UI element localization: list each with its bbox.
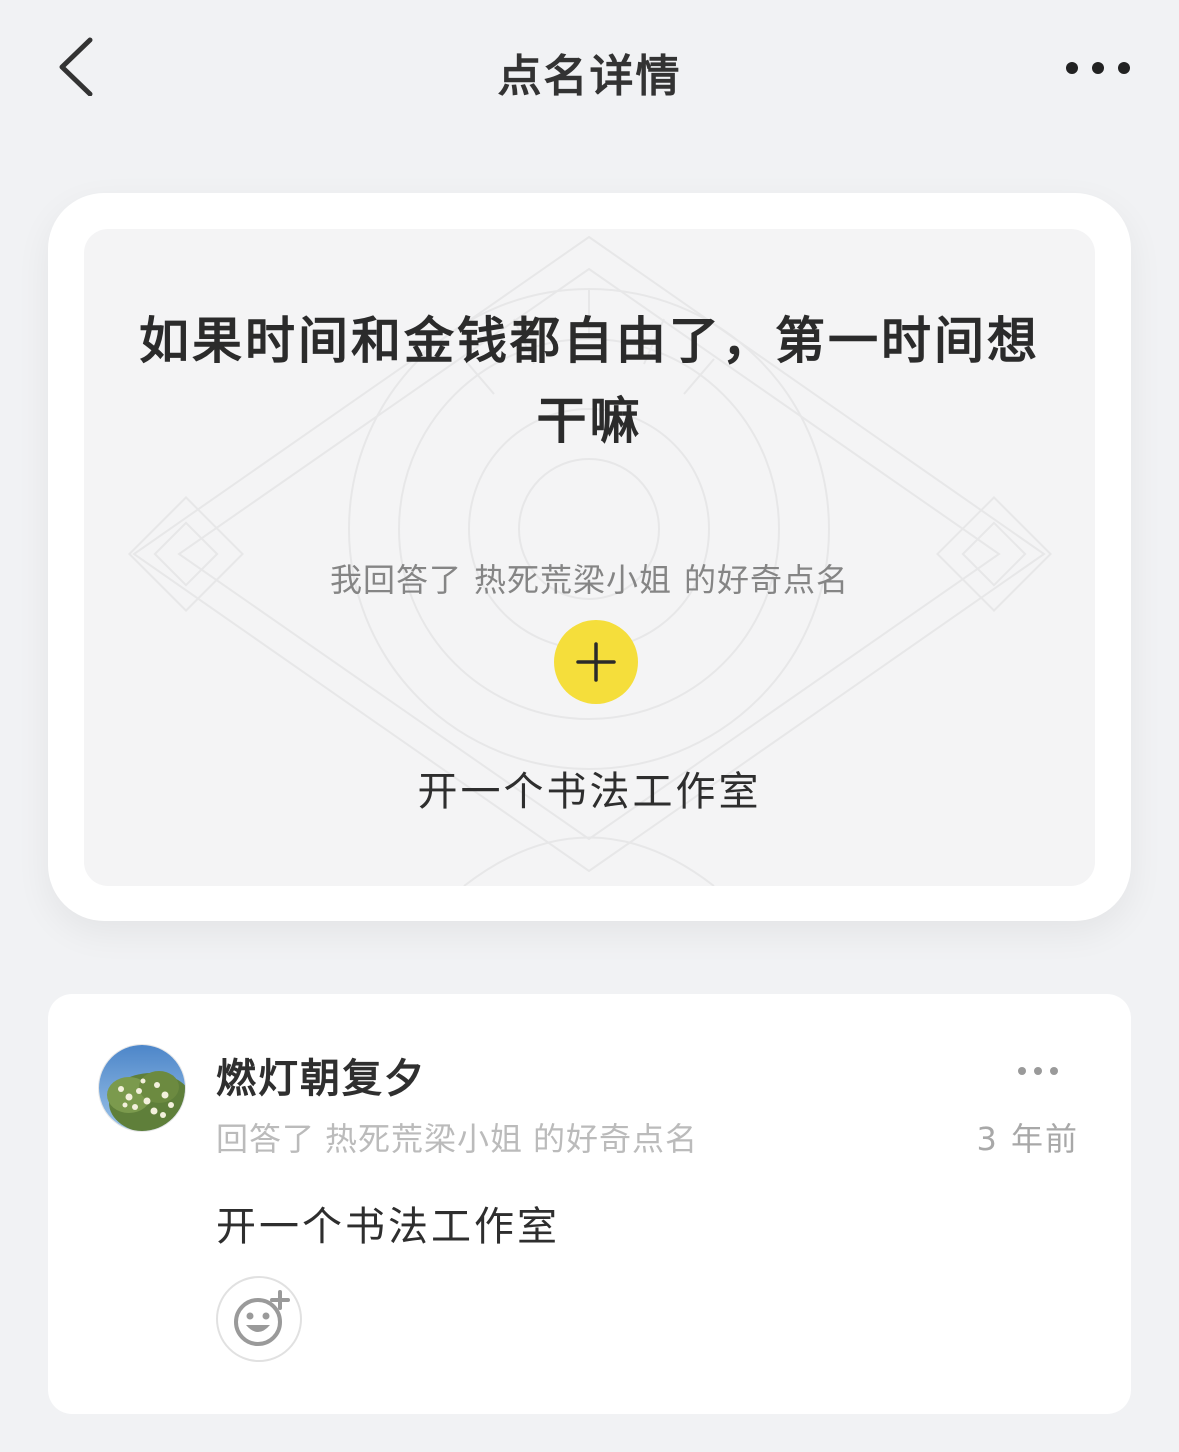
add-answer-button[interactable] [554, 620, 638, 704]
avatar[interactable] [98, 1044, 186, 1132]
prompt-card-inner: 如果时间和金钱都自由了，第一时间想干嘛 我回答了 热死荒梁小姐 的好奇点名 开一个书… [84, 229, 1095, 886]
plus-icon [576, 642, 616, 682]
post-sub-suffix: 的好奇点名 [533, 1120, 699, 1158]
page-title: 点名详情 [497, 51, 682, 102]
question-text: 如果时间和金钱都自由了，第一时间想干嘛 [139, 312, 1040, 450]
post-timestamp: 3 年前 [976, 1120, 1079, 1158]
post-text: 开一个书法工作室 [216, 1204, 560, 1250]
answered-prefix: 我回答了 [329, 561, 462, 599]
post-attribution: 回答了 热死荒梁小姐 的好奇点名 [216, 1114, 708, 1160]
more-options-button[interactable] [1056, 46, 1140, 90]
more-horizontal-icon [1066, 62, 1130, 74]
asker-name-link[interactable]: 热死荒梁小姐 [474, 561, 672, 599]
more-horizontal-icon [1018, 1067, 1058, 1075]
post-more-button[interactable] [1008, 1056, 1068, 1086]
answer-text: 开一个书法工作室 [417, 769, 762, 815]
add-reaction-button[interactable] [216, 1276, 302, 1362]
answer-post-card: 燃灯朝复夕 回答了 热死荒梁小姐 的好奇点名 3 年前 开一个书法工作室 [48, 994, 1131, 1414]
post-asker-link[interactable]: 热死荒梁小姐 [325, 1120, 523, 1158]
flower-tree-avatar [99, 1045, 185, 1131]
navigation-bar: 点名详情 [0, 0, 1179, 140]
answered-suffix: 的好奇点名 [684, 561, 850, 599]
username[interactable]: 燃灯朝复夕 [216, 1046, 426, 1104]
add-emoji-icon [234, 1290, 290, 1346]
prompt-card: 如果时间和金钱都自由了，第一时间想干嘛 我回答了 热死荒梁小姐 的好奇点名 开一个书… [48, 193, 1131, 921]
post-sub-prefix: 回答了 [216, 1120, 316, 1158]
answered-attribution: 我回答了 热死荒梁小姐 的好奇点名 [84, 555, 1095, 601]
